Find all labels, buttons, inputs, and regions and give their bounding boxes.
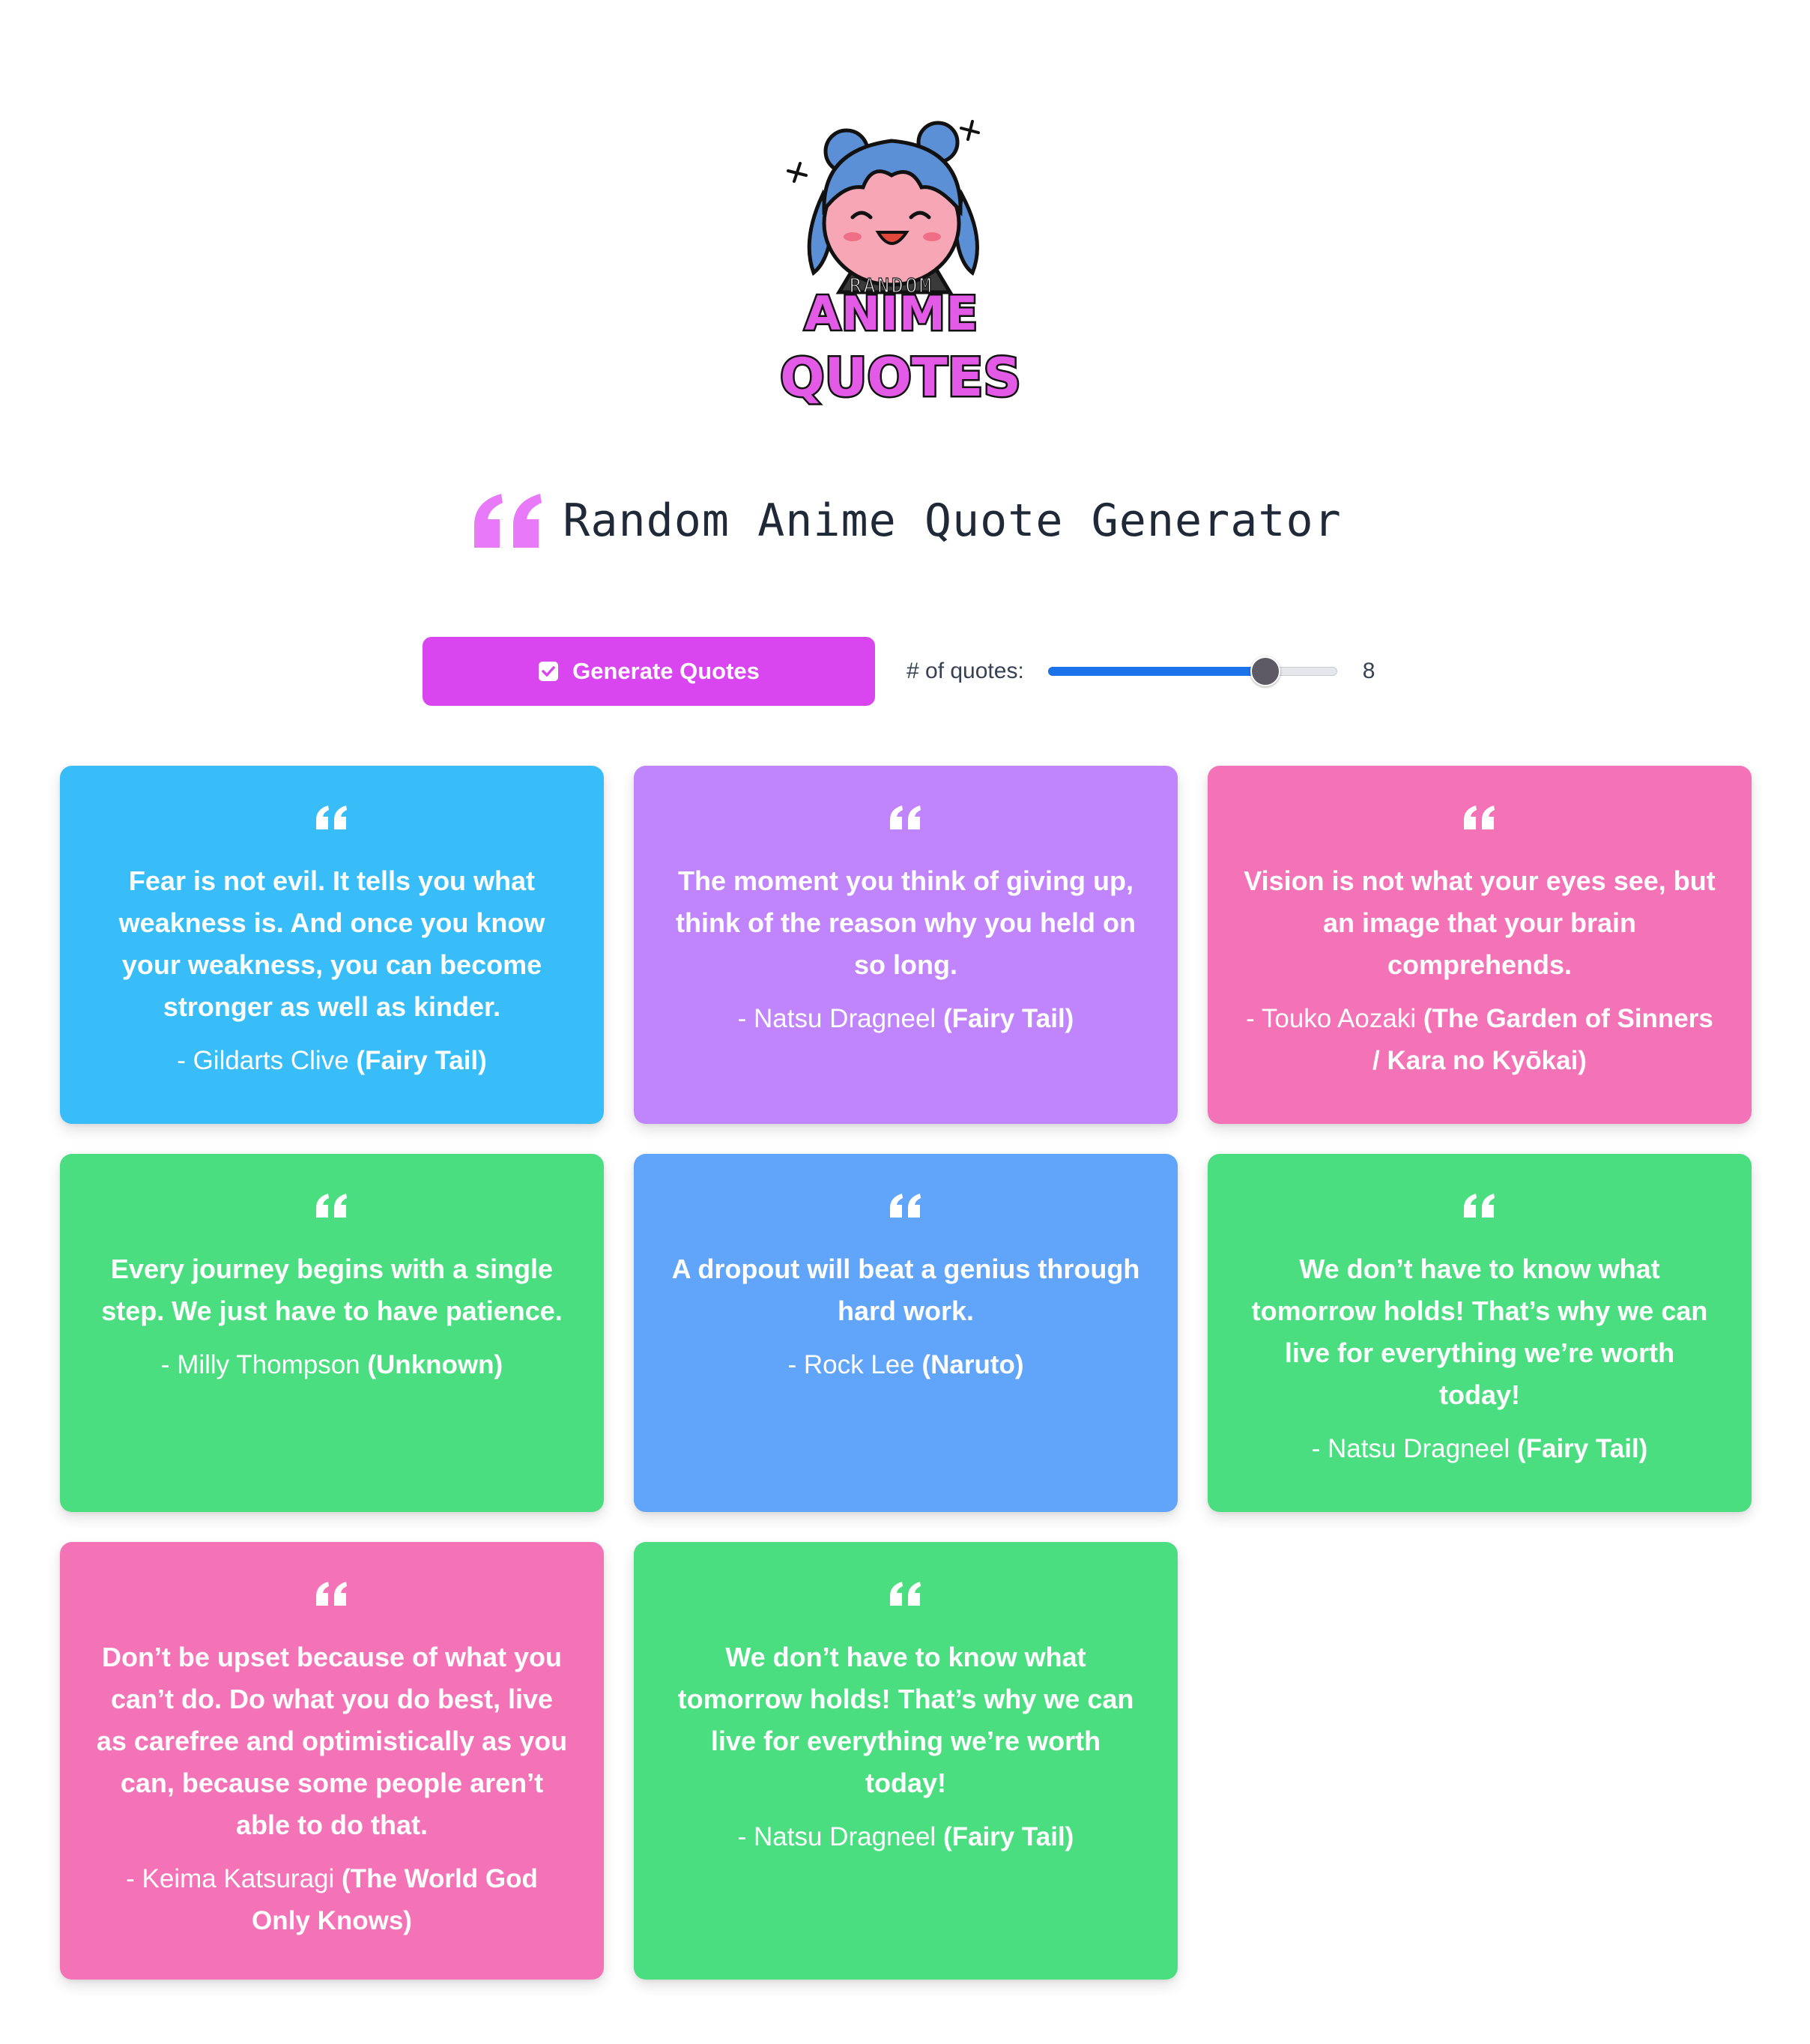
quote-text: We don’t have to know what tomorrow hold…	[677, 1642, 1134, 1798]
quote-left-icon	[474, 494, 542, 548]
quote-attribution: - Natsu Dragneel (Fairy Tail)	[1244, 1428, 1716, 1470]
quote-character: - Natsu Dragneel	[1311, 1434, 1510, 1463]
quote-attribution: - Natsu Dragneel (Fairy Tail)	[670, 1816, 1142, 1858]
quote-attribution: - Keima Katsuragi (The World God Only Kn…	[96, 1858, 568, 1942]
quote-mark-icon	[1464, 1194, 1495, 1218]
quote-anime: (Fairy Tail)	[356, 1046, 487, 1075]
quote-mark-icon	[316, 1194, 347, 1218]
quote-mark-icon	[890, 805, 921, 829]
quotes-grid: Fear is not evil. It tells you what weak…	[60, 766, 1752, 1980]
anime-girl-logo-icon: RANDOM ANIME QUOTES	[779, 120, 1023, 411]
quote-count-value: 8	[1362, 659, 1375, 683]
slider-thumb[interactable]	[1250, 656, 1280, 686]
logo-word-anime: ANIME	[805, 286, 978, 341]
quote-count-slider[interactable]	[1047, 656, 1337, 686]
quote-character: - Natsu Dragneel	[737, 1004, 936, 1033]
quote-text: Every journey begins with a single step.…	[101, 1254, 563, 1326]
quote-card: Fear is not evil. It tells you what weak…	[60, 766, 604, 1124]
quote-attribution: - Gildarts Clive (Fairy Tail)	[96, 1040, 568, 1082]
quote-attribution: - Natsu Dragneel (Fairy Tail)	[670, 998, 1142, 1040]
controls-bar: Generate Quotes # of quotes: 8	[423, 637, 1375, 706]
quote-character: - Natsu Dragneel	[737, 1822, 936, 1851]
quote-attribution: - Rock Lee (Naruto)	[670, 1344, 1142, 1386]
quote-text: Don’t be upset because of what you can’t…	[96, 1642, 568, 1840]
quote-anime: (The Garden of Sinners / Kara no Kyōkai)	[1372, 1004, 1713, 1075]
quote-text: A dropout will beat a genius through har…	[671, 1254, 1140, 1326]
quote-card: Don’t be upset because of what you can’t…	[60, 1542, 604, 1980]
generate-quotes-label: Generate Quotes	[572, 658, 760, 684]
checkbox-icon	[539, 662, 559, 681]
quote-text: We don’t have to know what tomorrow hold…	[1251, 1254, 1708, 1410]
quote-character: - Gildarts Clive	[177, 1046, 349, 1075]
quote-card: Vision is not what your eyes see, but an…	[1208, 766, 1752, 1124]
quote-attribution: - Touko Aozaki (The Garden of Sinners / …	[1244, 998, 1716, 1082]
quote-text: The moment you think of giving up, think…	[675, 865, 1136, 980]
quote-character: - Touko Aozaki	[1246, 1004, 1417, 1033]
quote-character: - Keima Katsuragi	[126, 1864, 335, 1893]
quote-card: We don’t have to know what tomorrow hold…	[1208, 1154, 1752, 1512]
page-title: Random Anime Quote Generator	[563, 495, 1342, 547]
quote-text: Fear is not evil. It tells you what weak…	[118, 865, 545, 1022]
quote-attribution: - Milly Thompson (Unknown)	[96, 1344, 568, 1386]
page-header: Random Anime Quote Generator	[0, 480, 1810, 562]
quote-card: We don’t have to know what tomorrow hold…	[634, 1542, 1178, 1980]
quote-anime: (Fairy Tail)	[942, 1822, 1074, 1851]
quote-anime: (Unknown)	[367, 1350, 503, 1379]
logo-word-quotes: QUOTES	[780, 347, 1021, 408]
quote-card: Every journey begins with a single step.…	[60, 1154, 604, 1512]
quote-text: Vision is not what your eyes see, but an…	[1244, 865, 1716, 980]
quote-mark-icon	[316, 1582, 347, 1606]
quote-character: - Milly Thompson	[160, 1350, 360, 1379]
quote-mark-icon	[890, 1194, 921, 1218]
quote-anime: (Naruto)	[921, 1350, 1024, 1379]
quote-anime: (Fairy Tail)	[1516, 1434, 1648, 1463]
quote-character: - Rock Lee	[787, 1350, 915, 1379]
slider-fill	[1047, 667, 1265, 676]
quote-mark-icon	[1464, 805, 1495, 829]
app-logo: RANDOM ANIME QUOTES	[779, 112, 1034, 412]
quote-mark-icon	[890, 1582, 921, 1606]
quote-card: The moment you think of giving up, think…	[634, 766, 1178, 1124]
generate-quotes-button[interactable]: Generate Quotes	[423, 637, 875, 706]
quote-count-label: # of quotes:	[906, 659, 1024, 683]
quote-mark-icon	[316, 805, 347, 829]
quote-anime: (Fairy Tail)	[942, 1004, 1074, 1033]
quote-card: A dropout will beat a genius through har…	[634, 1154, 1178, 1512]
